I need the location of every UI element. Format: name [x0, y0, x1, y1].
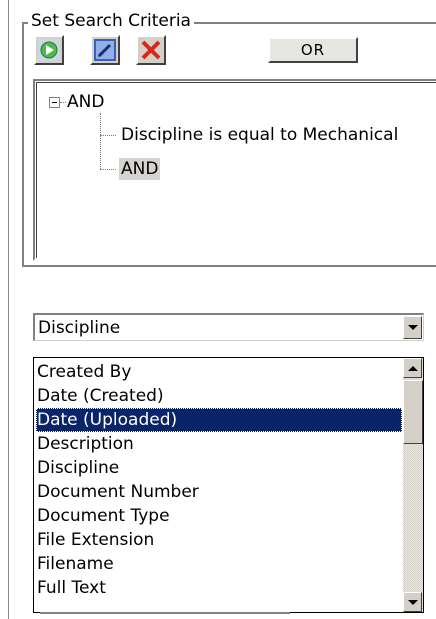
list-scrollbar[interactable]	[403, 358, 423, 612]
edit-pen-icon	[94, 39, 116, 61]
underlying-control-edge	[40, 612, 290, 619]
collapse-icon[interactable]	[49, 97, 60, 108]
tree-connector	[60, 102, 66, 103]
scroll-down-button[interactable]	[403, 592, 422, 612]
scroll-up-button[interactable]	[403, 358, 422, 378]
field-select[interactable]: Discipline	[33, 313, 424, 341]
edit-criteria-button[interactable]	[90, 35, 120, 65]
run-search-button[interactable]	[34, 35, 64, 65]
chevron-down-icon	[407, 325, 418, 330]
delete-criteria-button[interactable]	[136, 35, 166, 65]
list-item-document-number[interactable]: Document Number	[36, 480, 402, 504]
green-play-icon	[38, 39, 60, 61]
scrollbar-thumb[interactable]	[403, 380, 423, 444]
list-item-filename[interactable]: Filename	[36, 552, 402, 576]
tree-connector	[100, 169, 116, 170]
chevron-up-icon	[407, 365, 418, 371]
or-operator-button[interactable]: OR	[268, 37, 358, 63]
tree-connector	[100, 113, 101, 169]
left-divider	[8, 0, 9, 619]
list-item-document-type[interactable]: Document Type	[36, 504, 402, 528]
tree-node-root-and[interactable]: AND	[67, 91, 104, 113]
field-select-value: Discipline	[38, 318, 121, 338]
tree-connector	[100, 135, 116, 136]
list-item-date-uploaded[interactable]: Date (Uploaded)	[36, 408, 402, 432]
red-x-icon	[141, 40, 161, 60]
field-select-dropdown-button[interactable]	[403, 316, 422, 339]
list-item-created-by[interactable]: Created By	[36, 360, 402, 384]
chevron-down-icon	[407, 599, 418, 605]
criteria-tree[interactable]: AND Discipline is equal to Mechanical AN…	[33, 79, 436, 261]
list-item-file-extension[interactable]: File Extension	[36, 528, 402, 552]
search-criteria-panel: Set Search Criteria OR AND Discipline is…	[0, 0, 436, 619]
list-item-discipline[interactable]: Discipline	[36, 456, 402, 480]
field-options-list[interactable]: Created By Date (Created) Date (Uploaded…	[33, 357, 424, 613]
tree-viewport: AND Discipline is equal to Mechanical AN…	[36, 82, 436, 258]
list-item-date-created[interactable]: Date (Created)	[36, 384, 402, 408]
tree-node-discipline-condition[interactable]: Discipline is equal to Mechanical	[121, 124, 398, 146]
tree-node-and-selected[interactable]: AND	[119, 158, 161, 180]
list-item-full-text[interactable]: Full Text	[36, 576, 402, 600]
list-item-description[interactable]: Description	[36, 432, 402, 456]
groupbox-title: Set Search Criteria	[28, 10, 194, 32]
